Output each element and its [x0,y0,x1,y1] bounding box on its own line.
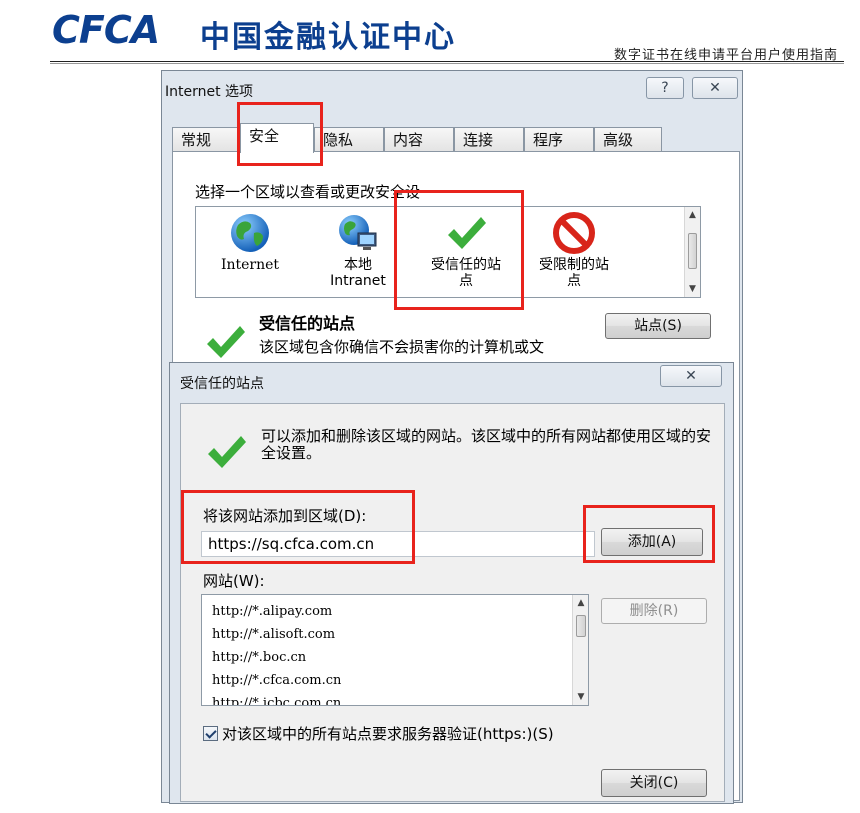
close-button[interactable]: 关闭(C) [601,769,707,797]
trusted-sites-dialog: 受信任的站点 ✕ 可以添加和删除该区域的网站。该区域中的所有网站都使用区域的安全… [169,362,734,804]
zone-description: 该区域包含你确信不会损害你的计算机或文 [259,338,545,356]
window-close-button[interactable]: ✕ [692,77,738,99]
https-checkbox-label: 对该区域中的所有站点要求服务器验证(https:)(S) [222,725,554,743]
tab-programs[interactable]: 程序 [524,127,594,152]
https-checkbox[interactable]: 对该区域中的所有站点要求服务器验证(https:)(S) [203,724,554,744]
tab-privacy[interactable]: 隐私 [314,127,384,152]
green-check-icon [448,217,486,249]
zone-label: 受信任的站 点 [431,257,501,289]
list-item[interactable]: http://*.icbc.com.cn [212,696,341,705]
no-entry-icon [553,212,595,254]
scroll-down-icon[interactable]: ▼ [685,281,700,297]
scroll-down-icon[interactable]: ▼ [573,689,588,705]
websites-scrollbar[interactable]: ▲ ▼ [572,595,588,705]
remove-button[interactable]: 删除(R) [601,598,707,624]
tab-content[interactable]: 内容 [384,127,454,152]
dialog-info-text: 可以添加和删除该区域的网站。该区域中的所有网站都使用区域的安全设置。 [261,427,712,462]
window-title: Internet 选项 [165,84,254,100]
tab-advanced[interactable]: 高级 [594,127,662,152]
scroll-up-icon[interactable]: ▲ [685,207,700,223]
header-divider [50,61,844,62]
zone-list-scrollbar[interactable]: ▲ ▼ [684,207,700,297]
scrollbar-thumb[interactable] [688,233,697,269]
tab-connections[interactable]: 连接 [454,127,524,152]
green-check-icon [208,436,246,468]
zone-internet[interactable]: Internet [198,211,302,273]
sites-button[interactable]: 站点(S) [605,313,711,339]
dialog-title: 受信任的站点 [180,376,264,392]
scroll-up-icon[interactable]: ▲ [573,595,588,611]
trusted-check-icon [207,326,245,358]
zone-trusted-sites[interactable]: 受信任的站 点 [414,211,518,289]
websites-list[interactable]: http://*.alipay.com http://*.alisoft.com… [201,594,589,706]
tab-general[interactable]: 常规 [172,127,240,152]
websites-label: 网站(W): [203,572,265,590]
zone-label: 本地 Intranet [330,257,386,289]
cfca-logo-chinese: 中国金融认证中心 [200,20,456,55]
globe-icon [231,214,269,252]
dialog-close-button[interactable]: ✕ [660,365,722,387]
cfca-logo: CFCA [52,8,160,52]
help-button[interactable]: ? [646,77,684,99]
zone-local-intranet[interactable]: 本地 Intranet [306,211,410,289]
tab-security[interactable]: 安全 [240,123,314,153]
zone-prompt: 选择一个区域以查看或更改安全设 [195,183,421,201]
dialog-body: 可以添加和删除该区域的网站。该区域中的所有网站都使用区域的安全设置。 将该网站添… [180,403,725,802]
zone-restricted-sites[interactable]: 受限制的站 点 [522,211,626,289]
add-button[interactable]: 添加(A) [601,528,703,556]
list-item[interactable]: http://*.boc.cn [212,650,306,665]
list-item[interactable]: http://*.alipay.com [212,604,332,619]
header-divider-secondary [50,63,844,64]
checkbox-checked-icon[interactable] [203,726,218,741]
intranet-globe-icon [339,215,377,250]
list-item[interactable]: http://*.alisoft.com [212,627,335,642]
zone-label: Internet [220,257,280,273]
zone-label: 受限制的站 点 [539,257,609,289]
zone-heading: 受信任的站点 [259,314,356,333]
add-site-label: 将该网站添加到区域(D): [203,507,367,525]
document-header: CFCA 中国金融认证中心 数字证书在线申请平台用户使用指南 [0,0,860,64]
scrollbar-thumb[interactable] [576,615,586,637]
site-url-input[interactable] [201,531,595,557]
zone-list: Internet 本地 Intranet 受信任的站 点 受限制的站 点 ▲ ▼ [195,206,701,298]
list-item[interactable]: http://*.cfca.com.cn [212,673,341,688]
